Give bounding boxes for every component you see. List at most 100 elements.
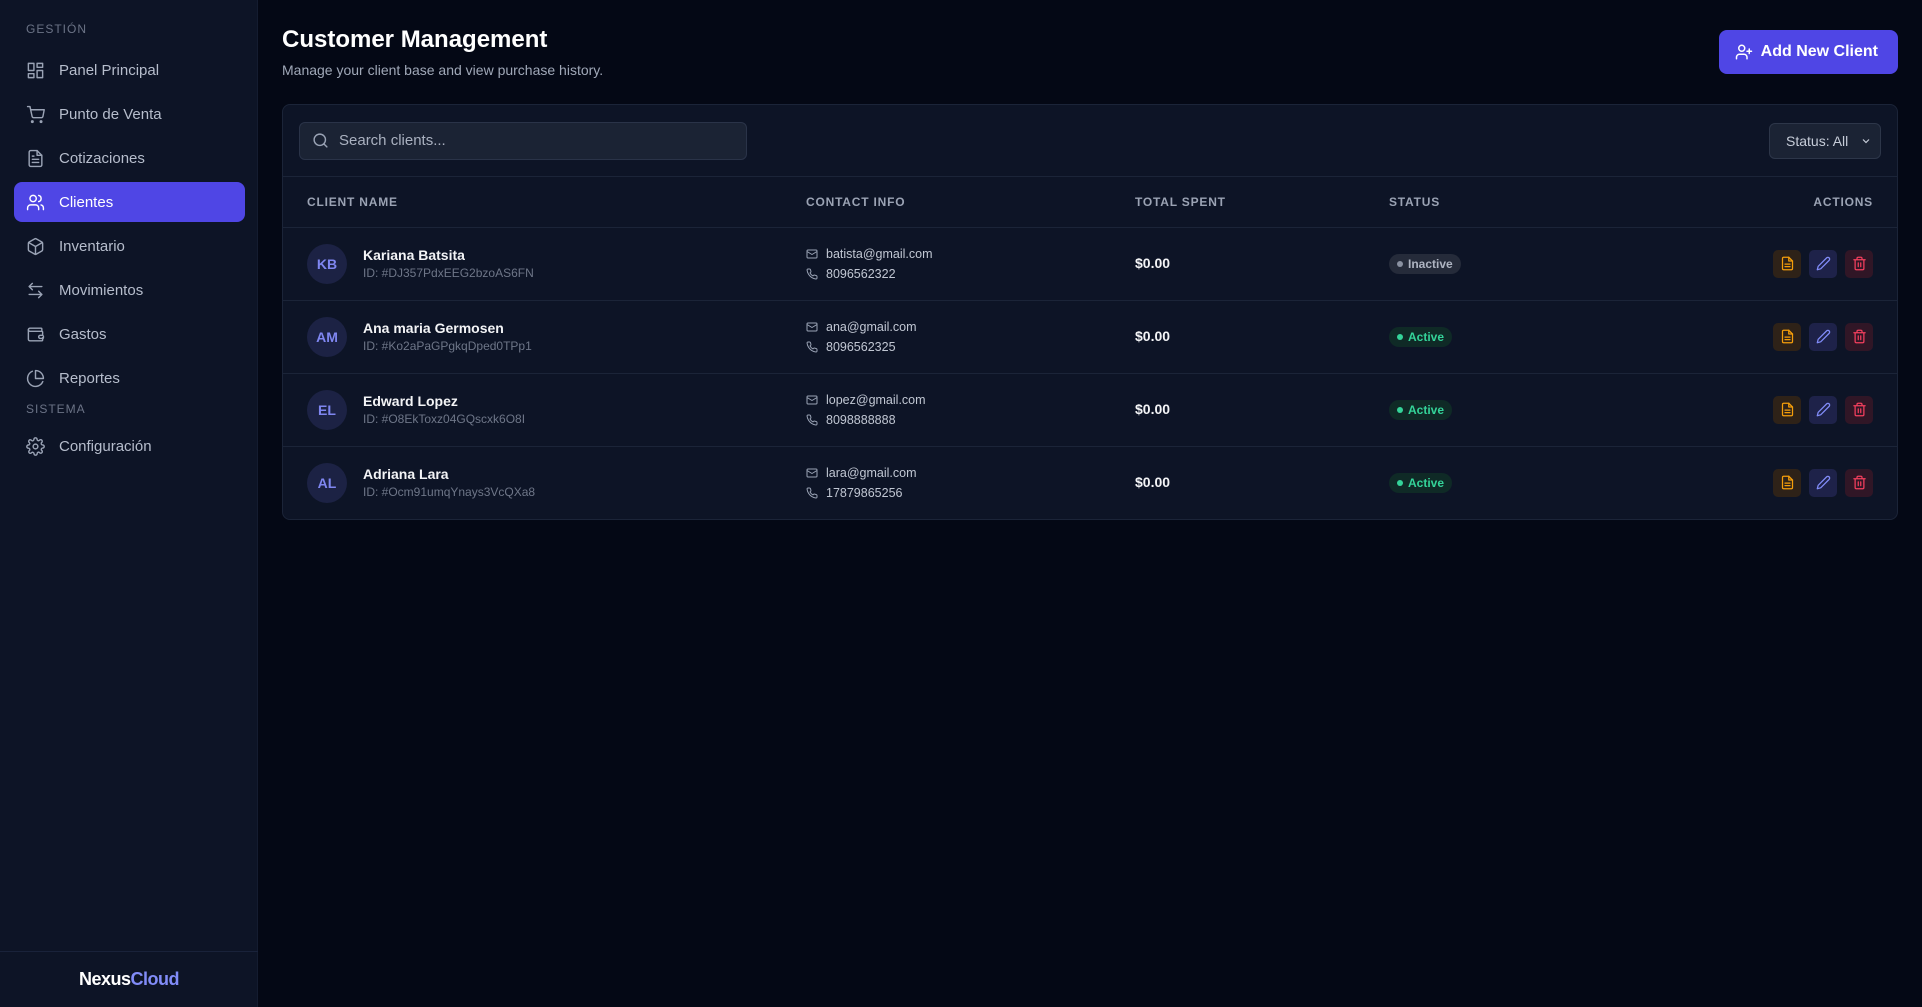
phone-icon (806, 267, 818, 279)
edit-client-button[interactable] (1809, 322, 1837, 351)
chevron-down-icon (1862, 138, 1870, 143)
search-box (299, 121, 747, 160)
users-icon (26, 194, 45, 210)
brand-logo: Nexus Cloud (0, 951, 258, 1007)
delete-client-button[interactable] (1845, 395, 1873, 424)
sidebar-item-cotizaciones[interactable]: Cotizaciones (14, 138, 245, 178)
sidebar-item-panel-principal[interactable]: Panel Principal (14, 50, 245, 90)
table-toolbar: Status: All (283, 105, 1897, 177)
status-label: Active (1408, 329, 1445, 344)
client-phone: 17879865256 (826, 485, 903, 500)
sidebar-item-clientes[interactable]: Clientes (14, 182, 245, 222)
sidebar-item-label: Configuración (59, 437, 152, 455)
avatar: AM (307, 316, 347, 357)
column-header-contact-info: CONTACT INFO (806, 177, 1135, 228)
page-subtitle: Manage your client base and view purchas… (282, 62, 604, 78)
phone-icon (806, 487, 818, 499)
sidebar-item-label: Panel Principal (59, 61, 160, 79)
avatar: AL (307, 462, 347, 503)
view-history-button[interactable] (1773, 468, 1801, 497)
status-label: Active (1408, 402, 1445, 417)
status-label: Active (1408, 475, 1445, 490)
client-email: batista@gmail.com (826, 246, 933, 261)
client-id: ID: #DJ357PdxEEG2bzoAS6FN (363, 266, 534, 280)
add-new-client-button[interactable]: Add New Client (1718, 30, 1898, 74)
document-icon (1781, 402, 1793, 417)
row-actions (1773, 322, 1873, 351)
edit-client-button[interactable] (1809, 249, 1837, 278)
client-phone: 8096562322 (826, 266, 896, 281)
avatar: EL (307, 389, 347, 430)
sidebar-section-sistema: SISTEMA (26, 402, 86, 416)
clients-table: CLIENT NAME CONTACT INFO TOTAL SPENT STA… (283, 177, 1897, 519)
client-total-spent: $0.00 (1135, 473, 1171, 490)
sidebar-item-inventario[interactable]: Inventario (14, 226, 245, 266)
pencil-icon (1816, 476, 1830, 490)
trash-icon (1852, 329, 1866, 344)
sidebar-section-gestion: GESTIÓN (26, 22, 88, 36)
status-dot (1397, 406, 1403, 413)
brand-name-part2: Cloud (130, 969, 180, 989)
status-badge: Active (1389, 472, 1453, 493)
row-actions (1773, 395, 1873, 424)
document-icon (1781, 329, 1793, 344)
pencil-icon (1816, 402, 1830, 417)
add-new-client-label: Add New Client (1760, 43, 1878, 60)
client-id: ID: #O8EkToxz04GQscxk6O8I (363, 412, 526, 426)
sidebar-item-punto-de-venta[interactable]: Punto de Venta (14, 94, 245, 134)
document-icon (1781, 256, 1793, 271)
row-actions (1773, 249, 1873, 278)
sidebar-item-reportes[interactable]: Reportes (14, 358, 245, 398)
sidebar-item-configuracion[interactable]: Configuración (14, 426, 245, 466)
client-id: ID: #Ocm91umqYnays3VcQXa8 (363, 485, 536, 500)
trash-icon (1852, 402, 1866, 417)
sidebar-item-movimientos[interactable]: Movimientos (14, 270, 245, 310)
avatar: KB (307, 243, 347, 284)
trash-icon (1852, 475, 1866, 490)
column-header-client-name: CLIENT NAME (283, 177, 806, 228)
brand-name-part1: Nexus (78, 969, 131, 989)
sidebar-item-label: Inventario (59, 237, 125, 255)
client-cell: AL Adriana Lara ID: #Ocm91umqYnays3VcQXa… (307, 462, 806, 503)
edit-client-button[interactable] (1809, 468, 1837, 497)
view-history-button[interactable] (1773, 395, 1801, 424)
status-badge: Inactive (1389, 253, 1461, 274)
column-header-actions: ACTIONS (1689, 177, 1897, 228)
delete-client-button[interactable] (1845, 322, 1873, 351)
client-total-spent: $0.00 (1135, 327, 1171, 344)
edit-client-button[interactable] (1809, 395, 1837, 424)
sidebar-item-gastos[interactable]: Gastos (14, 314, 245, 354)
delete-client-button[interactable] (1845, 249, 1873, 278)
status-filter-value: Status: All (1786, 132, 1849, 149)
mail-icon (806, 322, 818, 331)
page-title: Customer Management (282, 26, 548, 53)
phone-icon (806, 340, 818, 352)
delete-client-button[interactable] (1845, 468, 1873, 497)
table-row: EL Edward Lopez ID: #O8EkToxz04GQscxk6O8… (283, 373, 1897, 446)
sidebar: GESTIÓN Panel Principal Punto de Venta C… (0, 0, 258, 1007)
client-email: lara@gmail.com (826, 465, 917, 480)
sidebar-item-label: Cotizaciones (59, 149, 145, 167)
search-input[interactable] (339, 132, 719, 149)
arrows-icon (28, 282, 43, 298)
mail-icon (806, 468, 818, 478)
status-label: Inactive (1408, 256, 1453, 271)
client-total-spent: $0.00 (1135, 400, 1171, 417)
client-total-spent: $0.00 (1135, 254, 1171, 271)
trash-icon (1852, 256, 1866, 271)
view-history-button[interactable] (1773, 322, 1801, 351)
client-cell: KB Kariana Batsita ID: #DJ357PdxEEG2bzoA… (307, 243, 806, 284)
row-actions (1773, 468, 1873, 497)
main-content: Customer Management Manage your client b… (258, 0, 1922, 1007)
status-dot (1397, 479, 1403, 486)
mail-icon (806, 249, 818, 258)
phone-icon (806, 413, 818, 425)
view-history-button[interactable] (1773, 249, 1801, 278)
status-dot (1397, 260, 1403, 267)
column-header-total-spent: TOTAL SPENT (1135, 177, 1389, 228)
status-filter-select[interactable]: Status: All (1769, 122, 1881, 159)
pencil-icon (1816, 256, 1830, 271)
client-cell: AM Ana maria Germosen ID: #Ko2aPaGPgkqDp… (307, 316, 806, 357)
user-plus-icon (1735, 44, 1752, 60)
sidebar-item-label: Movimientos (59, 281, 144, 299)
